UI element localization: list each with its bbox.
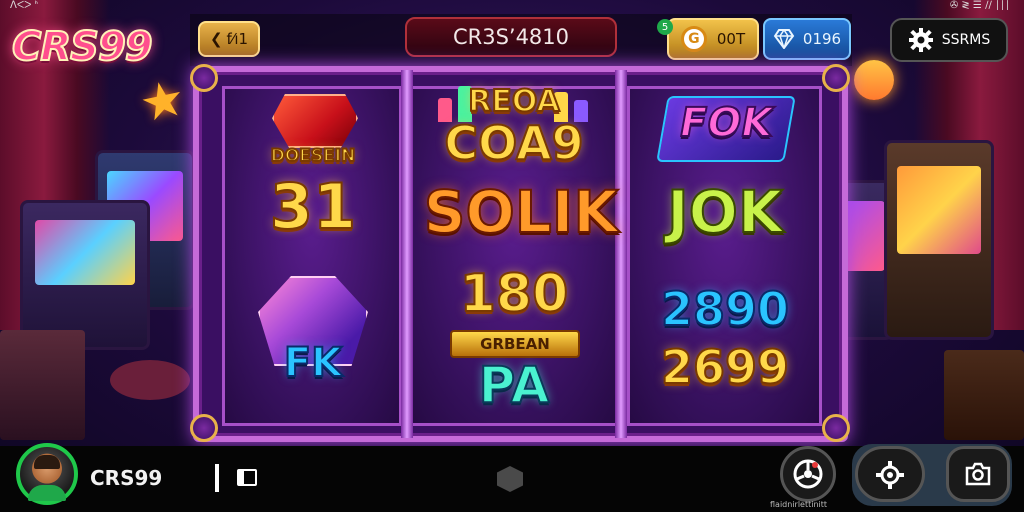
side-table: [0, 330, 85, 440]
camera-button[interactable]: [946, 446, 1010, 502]
cog-icon: [876, 461, 904, 489]
status-left: ᐱᐸᐳ ᑋ: [10, 0, 38, 11]
game-logo: CRS99: [11, 23, 154, 71]
chevron-left-icon: ❮: [209, 30, 223, 48]
coin-badge: 5: [657, 19, 673, 35]
gear-icon: [908, 28, 933, 52]
frame-corner-ornament: [822, 414, 850, 442]
spin-control-button[interactable]: [780, 446, 836, 502]
reel-symbol: JOK: [666, 177, 784, 247]
gem-value: 0196: [802, 30, 842, 48]
reel-divider: [615, 70, 627, 438]
settings-button[interactable]: SSRMS: [890, 18, 1008, 62]
reel-symbol: GRBEAN: [450, 330, 580, 358]
arcade-stool: [110, 360, 190, 400]
reel-symbol: COA9: [443, 115, 584, 171]
arcade-machine: [884, 140, 994, 340]
frame-corner-ornament: [190, 414, 218, 442]
coin-balance-button[interactable]: G 00T: [667, 18, 759, 60]
reel-symbol: 2699: [660, 339, 790, 395]
reel-symbol: DOESEIN: [270, 145, 357, 167]
reel-symbol: 180: [459, 263, 570, 325]
divider: [215, 464, 219, 492]
settings-cog-button[interactable]: [855, 446, 925, 502]
footer-caption: flaidnirlettinitt: [770, 500, 828, 509]
gem-icon: [773, 29, 795, 49]
coin-icon: G: [680, 26, 707, 52]
frame-corner-ornament: [822, 64, 850, 92]
reel-symbol: 31: [269, 169, 357, 244]
player-username: CRS99: [90, 466, 163, 490]
reel-symbol: FK: [283, 339, 343, 387]
reel-symbol: SOLIK: [423, 177, 620, 247]
gem-balance-button[interactable]: 0196: [763, 18, 851, 60]
status-bar: ᐱᐸᐳ ᑋ ✇ ≷ ☰ ∕∕ ∣∣∣: [0, 0, 1024, 14]
panel-icon[interactable]: [237, 469, 257, 486]
ruby-gem-icon: [272, 94, 358, 148]
settings-label: SSRMS: [941, 32, 991, 48]
frame-corner-ornament: [190, 64, 218, 92]
gem-decoration: [845, 51, 903, 109]
player-avatar[interactable]: [16, 443, 78, 505]
star-icon: ★: [134, 67, 191, 135]
reel-symbol: REOA: [467, 83, 561, 120]
side-table: [944, 350, 1024, 440]
game-title: CR3S’4810: [405, 17, 617, 57]
steering-wheel-icon: [793, 459, 823, 489]
camera-icon: [965, 462, 991, 486]
arcade-machine: [20, 200, 150, 350]
reel-symbol: 2890: [660, 281, 790, 337]
reel-symbol: FOK: [675, 99, 777, 147]
reel-symbol: PA: [478, 355, 551, 415]
status-right: ✇ ≷ ☰ ∕∕ ∣∣∣: [949, 0, 1010, 11]
back-button[interactable]: ❮ f⁄ı1: [198, 21, 260, 57]
back-label: f⁄ı1: [226, 30, 249, 48]
reel-divider: [401, 70, 413, 438]
coin-value: 00T: [716, 30, 746, 48]
